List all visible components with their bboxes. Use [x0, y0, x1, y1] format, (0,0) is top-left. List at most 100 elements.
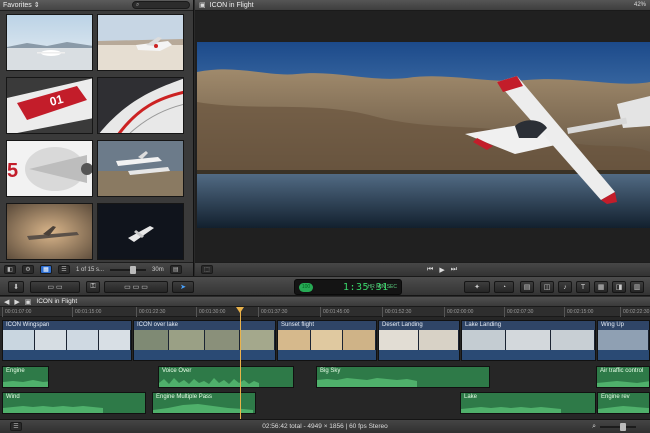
transport-controls: ⏮ ▶ ⏭ [427, 266, 457, 274]
clip-thumbnail-grid: 01 5 [6, 14, 188, 260]
clip-thumbnail[interactable]: 01 [6, 77, 93, 134]
view-options-button[interactable]: ⬚ [201, 265, 213, 274]
clip-thumbnail[interactable]: 5 [6, 140, 93, 197]
audio-clip[interactable]: Engine rev [597, 392, 650, 414]
audio-clip[interactable]: Lake [460, 392, 596, 414]
clip-duration-setting[interactable]: 30m [152, 267, 164, 273]
ruler-tick: 00:01:30:00 [196, 307, 225, 317]
audio-clip[interactable]: Voice Over [158, 366, 294, 388]
audio-waveform [317, 378, 417, 387]
audio-clip[interactable]: Air traffic control [596, 366, 650, 388]
audio-clip[interactable]: Big Sky [316, 366, 490, 388]
playhead[interactable] [236, 307, 244, 419]
show-hide-libraries-button[interactable]: ◧ [4, 265, 16, 274]
titles-icon[interactable]: T [576, 281, 590, 293]
svg-text:5: 5 [7, 160, 18, 182]
viewer: ▣ ICON in Flight 42% ⬚ ⏮ ▶ ⏭ [195, 0, 650, 276]
audio-waveform [461, 407, 561, 413]
video-frame-image [197, 42, 650, 228]
list-view-button[interactable]: ☰ [58, 265, 70, 274]
video-clip[interactable]: Sunset flight [277, 320, 377, 361]
clip-thumbnail[interactable] [97, 203, 184, 260]
clip-label: Wing Up [598, 321, 649, 330]
video-clip[interactable]: Desert Landing [378, 320, 460, 361]
thumbnail-image [7, 204, 92, 259]
viewer-header: ▣ ICON in Flight 42% [195, 0, 650, 11]
filmstrip-view-button[interactable]: ▦ [40, 265, 52, 274]
magic-wand-icon[interactable]: ✦ [464, 281, 490, 293]
import-icon[interactable]: ⬇ [8, 281, 24, 293]
thumbnail-image [7, 15, 92, 70]
viewer-zoom[interactable]: 42% [634, 2, 646, 8]
action-gear-icon[interactable]: ⚙ [22, 265, 34, 274]
timecode-units: HR MIN SEC [367, 284, 397, 290]
timeline-index-button[interactable]: ☰ [10, 422, 22, 431]
clip-thumbnail[interactable] [6, 14, 93, 71]
clip-filmstrip [134, 330, 275, 351]
library-label: Favorites [3, 1, 32, 9]
clip-label: Lake [464, 394, 478, 400]
timeline-ruler[interactable]: 00:01:07:00 00:01:15:00 00:01:22:30 00:0… [0, 307, 650, 317]
ruler-tick: 00:02:00:00 [444, 307, 473, 317]
clip-label: Sunset flight [278, 321, 376, 330]
edit-buttons-group[interactable]: ▭ ▭ ▭ [104, 281, 168, 293]
music-icon[interactable]: ♪ [558, 281, 572, 293]
clip-zoom-slider[interactable] [110, 265, 147, 274]
search-field[interactable]: ⌕ [132, 1, 190, 9]
clip-filmstrip [278, 330, 376, 351]
photos-icon[interactable]: ◫ [540, 281, 554, 293]
library-selector[interactable]: Favorites ⇕ [3, 1, 40, 10]
next-edit-icon[interactable]: ⏭ [451, 266, 457, 274]
timeline-title: ICON in Flight [36, 298, 78, 305]
clip-label: Wind [6, 394, 20, 400]
clip-thumbnail[interactable] [6, 203, 93, 260]
timeline-status-bar: ☰ 02:56:42 total - 4949 × 1856 | 60 fps … [0, 419, 650, 433]
video-clip[interactable]: Wing Up [597, 320, 650, 361]
media-import-group[interactable]: ▭ ▭ [30, 281, 80, 293]
dashboard-timecode[interactable]: 100 1:35.31 HR MIN SEC [294, 279, 402, 295]
audio-clip[interactable]: Engine [2, 366, 49, 388]
clip-audio-waveform [278, 350, 376, 360]
event-browser: Favorites ⇕ ⌕ 01 5 ◧ ⚙ ▦ ☰ 1 of 15 s... … [0, 0, 194, 276]
back-arrow-icon[interactable]: ◀ [4, 298, 9, 306]
audio-waveform [597, 381, 649, 387]
previous-edit-icon[interactable]: ⏮ [427, 266, 433, 274]
clip-appearance-button[interactable]: ▤ [169, 265, 182, 274]
clip-filmstrip [379, 330, 459, 351]
keyword-icon[interactable]: ⚿ [86, 281, 100, 293]
select-tool-icon[interactable]: ➤ [172, 281, 194, 293]
video-clip[interactable]: Lake Landing [461, 320, 596, 361]
clip-thumbnail[interactable] [97, 140, 184, 197]
effects-icon[interactable]: ▥ [630, 281, 644, 293]
ruler-tick: 00:02:15:00 [564, 307, 593, 317]
audio-waveform [153, 404, 253, 413]
background-tasks-indicator[interactable]: 100 [299, 282, 313, 292]
thumbnail-image [98, 204, 183, 259]
thumbnail-image [98, 78, 183, 133]
clip-label: Lake Landing [462, 321, 595, 330]
timeline-zoom-slider[interactable] [600, 422, 636, 431]
clip-thumbnail[interactable] [97, 77, 184, 134]
clip-count: 1 of 15 s... [76, 266, 105, 273]
video-clip[interactable]: ICON over lake [133, 320, 276, 361]
chevron-updown-icon: ⇕ [33, 2, 40, 9]
forward-arrow-icon[interactable]: ▶ [14, 298, 19, 306]
clip-label: Voice Over [162, 368, 192, 374]
search-icon: ⌕ [136, 2, 140, 8]
ruler-tick: 00:01:45:00 [320, 307, 349, 317]
play-icon[interactable]: ▶ [439, 266, 444, 274]
zoom-out-icon[interactable]: ⌕ [592, 423, 596, 431]
ruler-tick: 00:01:52:30 [382, 307, 411, 317]
viewer-frame [197, 42, 650, 228]
audio-clip[interactable]: Wind [2, 392, 146, 414]
audio-waveform [598, 406, 649, 413]
inspector-icon[interactable]: ▤ [520, 281, 534, 293]
film-icon: ▣ [199, 2, 206, 9]
video-clip[interactable]: ICON Wingspan [2, 320, 132, 361]
clip-audio-waveform [598, 350, 649, 360]
generators-icon[interactable]: ▦ [594, 281, 608, 293]
themes-icon[interactable]: ◨ [612, 281, 626, 293]
retime-icon[interactable]: ◔ [494, 281, 514, 293]
clip-label: ICON Wingspan [3, 321, 131, 330]
clip-thumbnail[interactable] [97, 14, 184, 71]
